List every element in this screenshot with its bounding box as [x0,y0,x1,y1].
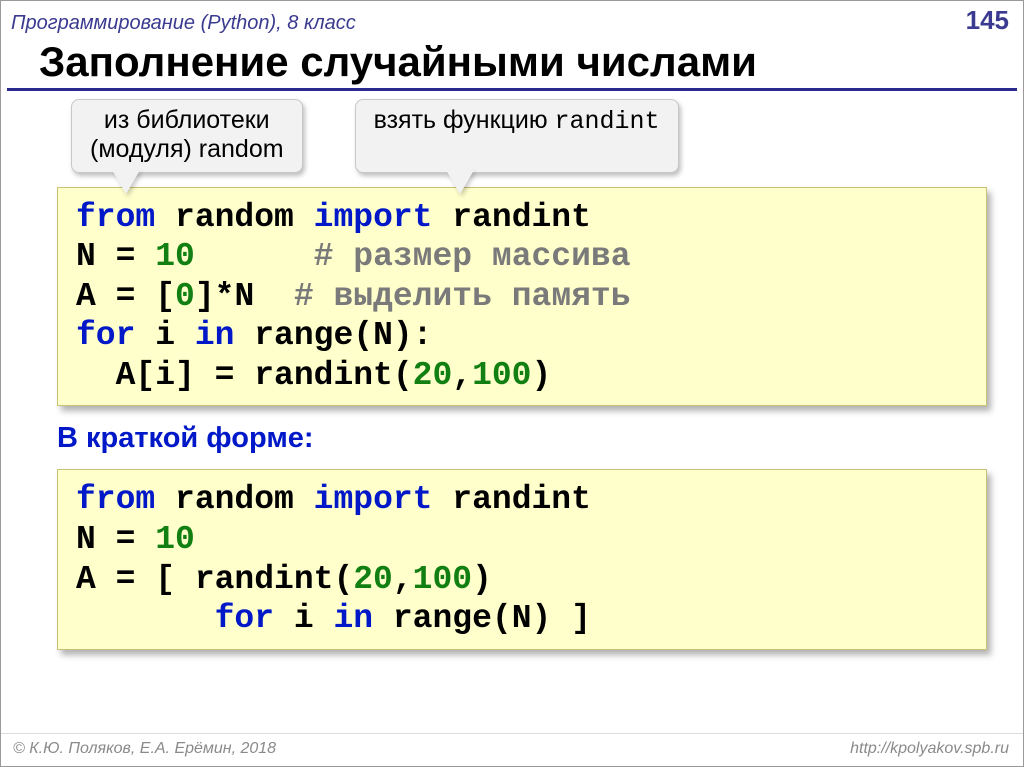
code-text: ) [472,561,492,598]
code-number: 0 [175,278,195,315]
code-text: range(N) ] [373,600,591,637]
code-text: A = [ randint( [76,561,353,598]
callout-text: взять функцию [374,106,555,134]
code-number: 20 [413,357,453,394]
code-pad [76,600,215,637]
code-keyword: in [195,317,235,354]
code-text: i [274,600,333,637]
copyright: © К.Ю. Поляков, Е.А. Ерёмин, 2018 [13,740,276,758]
code-number: 100 [472,357,531,394]
callouts-row: из библиотеки (модуля) random взять функ… [1,99,1023,173]
code-text: N = [76,238,155,275]
slide: Программирование (Python), 8 класс 145 З… [0,0,1024,767]
callout-text: (модуля) random [90,135,284,164]
code-text: randint [432,481,590,518]
callout-mono: randint [555,107,660,136]
course-label: Программирование (Python), 8 класс [11,12,356,35]
code-keyword: for [215,600,274,637]
slide-header: Программирование (Python), 8 класс 145 [1,1,1023,38]
slide-footer: © К.Ю. Поляков, Е.А. Ерёмин, 2018 http:/… [1,733,1023,766]
code-comment: # выделить память [294,278,631,315]
code-text: N = [76,521,155,558]
code-keyword: for [76,317,135,354]
code-text: i [135,317,194,354]
code-text: , [452,357,472,394]
code-text: random [155,481,313,518]
code-keyword: import [314,481,433,518]
page-number: 145 [966,5,1009,36]
footer-url: http://kpolyakov.spb.ru [850,740,1009,758]
code-pad [195,238,314,275]
callout-text: из библиотеки [90,106,284,135]
subheading-short-form: В краткой форме: [57,422,1023,455]
code-text: randint [432,199,590,236]
code-keyword: from [76,199,155,236]
code-text: range(N): [234,317,432,354]
code-comment: # размер массива [314,238,631,275]
code-number: 10 [155,238,195,275]
code-text: random [155,199,313,236]
code-block-main: from random import randint N = 10 # разм… [57,187,987,407]
code-number: 10 [155,521,195,558]
code-number: 100 [413,561,472,598]
code-text: A = [ [76,278,175,315]
code-block-short: from random import randint N = 10 A = [ … [57,469,987,649]
code-keyword: import [314,199,433,236]
code-text: ]*N [195,278,294,315]
code-text: A[i] = randint( [76,357,413,394]
code-text: ) [532,357,552,394]
code-number: 20 [353,561,393,598]
callout-library: из библиотеки (модуля) random [71,99,303,173]
code-keyword: from [76,481,155,518]
callout-function: взять функцию randint [355,99,679,173]
slide-title: Заполнение случайными числами [7,38,1017,91]
code-keyword: in [333,600,373,637]
code-text: , [393,561,413,598]
